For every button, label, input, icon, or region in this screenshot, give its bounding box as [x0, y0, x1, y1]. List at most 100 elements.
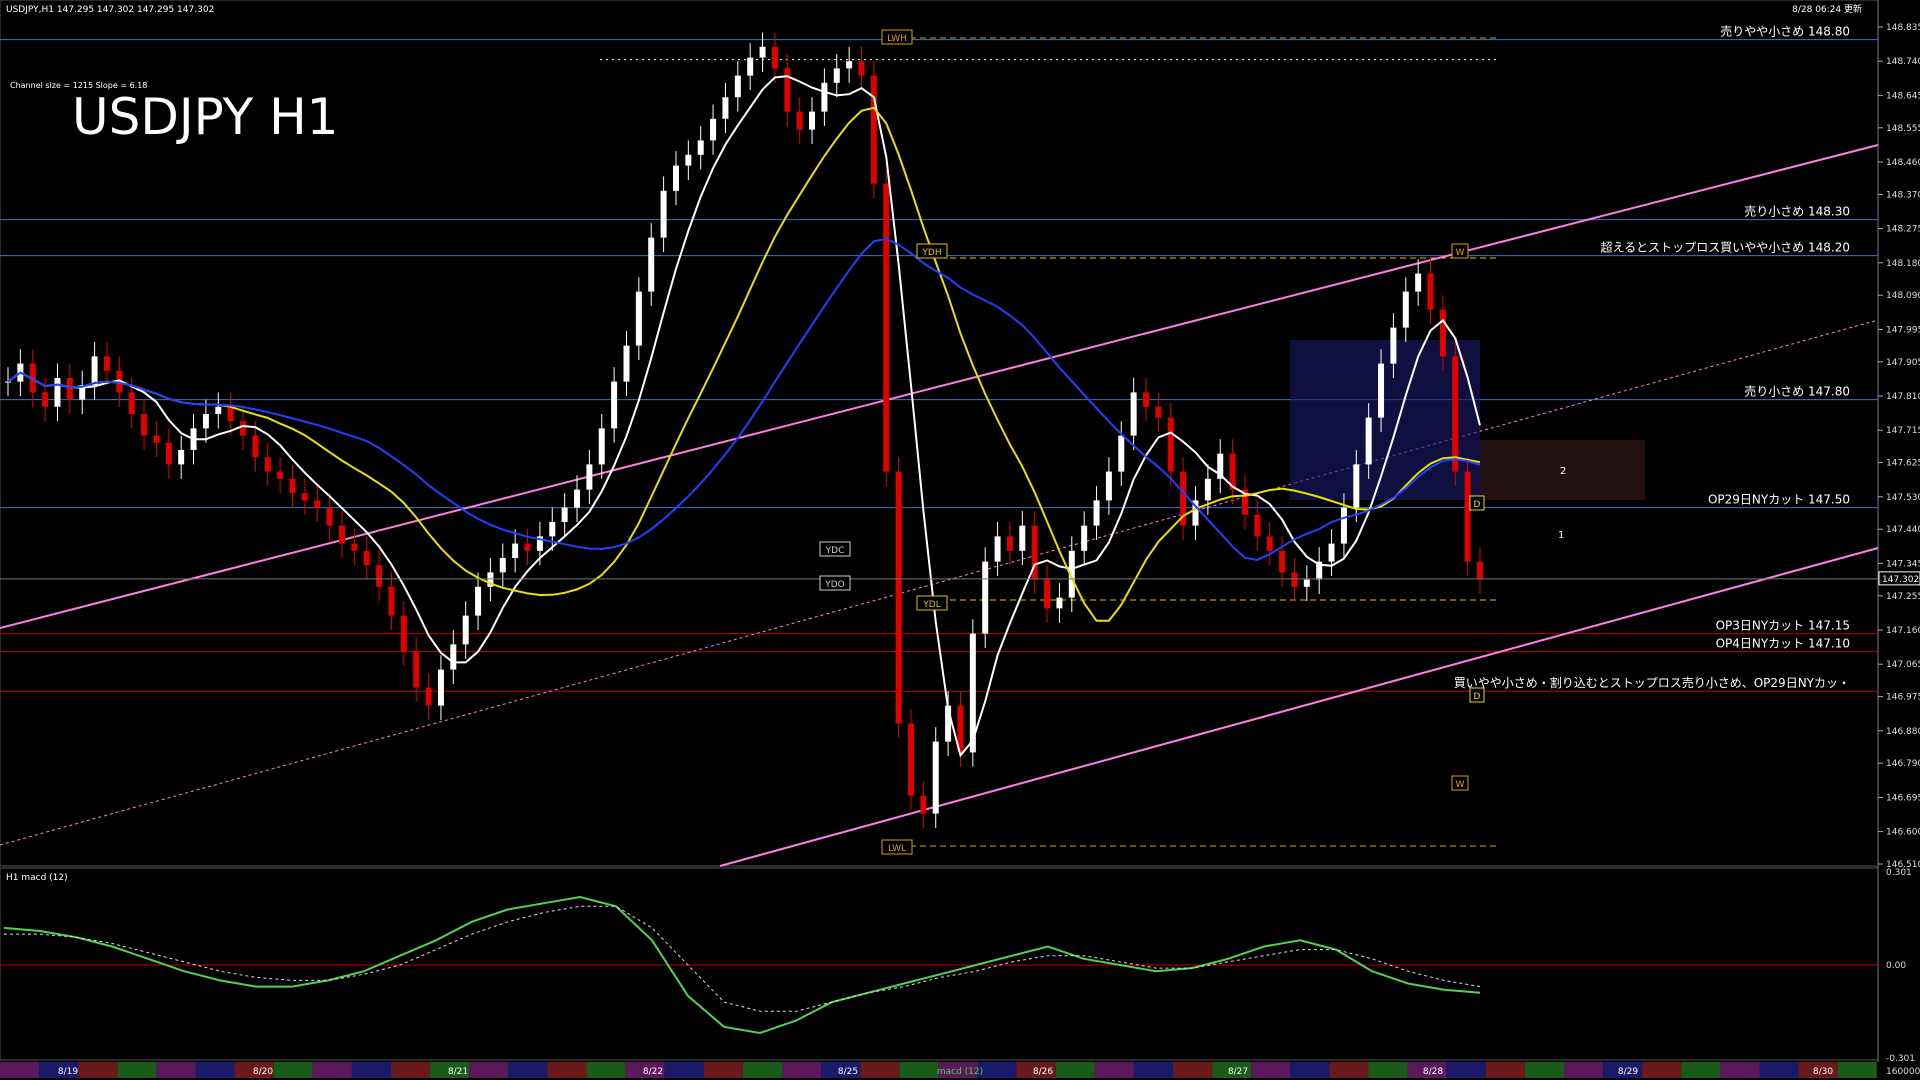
date-band [117, 1062, 157, 1078]
date-tick-label: 8/21 [448, 1067, 468, 1077]
candle-body [895, 471, 902, 724]
candle-body [1006, 536, 1013, 551]
candle-body [338, 525, 345, 544]
date-tick-label: 8/28 [1423, 1067, 1443, 1077]
marker-lwh: LWH [881, 29, 913, 45]
candle-body [128, 392, 135, 414]
axis-corner-label: 160000 [1886, 1067, 1920, 1077]
projection-label-1: 1 [1558, 530, 1564, 541]
level-label: OP4日NYカット 147.10 [1716, 637, 1850, 651]
candle-body [1365, 417, 1372, 465]
big-title: USDJPY H1 [72, 88, 338, 146]
candle-body [883, 183, 890, 472]
date-band [273, 1062, 313, 1078]
candle-body [475, 586, 482, 616]
candle-body [660, 190, 667, 238]
candle-body [1378, 363, 1385, 418]
candle-body [413, 651, 420, 688]
candle-body [301, 493, 308, 501]
marker-ydh: YDH [916, 243, 948, 259]
price-tick-label: 146.790 [1886, 759, 1920, 769]
candle-body [994, 536, 1001, 562]
candle-body [1477, 561, 1483, 580]
date-band [664, 1062, 704, 1078]
svg-text:D: D [1474, 692, 1481, 702]
marker-d-mid: D [1469, 495, 1485, 511]
candle-body [598, 428, 605, 465]
candle-body [240, 421, 247, 436]
candle-body [512, 543, 519, 558]
svg-text:W: W [1456, 780, 1465, 790]
candle-body [91, 356, 98, 386]
candle-body [178, 450, 185, 465]
date-band [1759, 1062, 1799, 1078]
date-band [1173, 1062, 1213, 1078]
marker-w-bottom: W [1451, 775, 1469, 791]
candle-body [586, 464, 593, 490]
date-band [703, 1062, 743, 1078]
candle-body [697, 140, 704, 155]
candle-body [1328, 543, 1335, 562]
candle-body [1353, 464, 1360, 508]
candle-body [462, 615, 469, 645]
candle-body [623, 345, 630, 382]
date-band [742, 1062, 782, 1078]
price-tick-label: 148.555 [1886, 124, 1920, 134]
marker-ydc: YDC [819, 541, 851, 557]
price-tick-label: 146.695 [1886, 793, 1920, 803]
candle-body [1452, 356, 1459, 472]
chart-window[interactable]: 148.835 148.740 148.645 148.555 148.460 148.3… [0, 0, 1920, 1080]
macd-panel [0, 867, 1879, 1061]
candle-body [574, 489, 581, 508]
price-tick-label: 148.370 [1886, 190, 1920, 200]
candle-body [54, 378, 61, 407]
macd-tick-label: 0.00 [1886, 961, 1906, 971]
macd-title: H1 macd (12) [6, 873, 68, 883]
price-tick-label: 148.835 [1886, 23, 1920, 33]
candle-body [920, 795, 927, 814]
macd-tab[interactable]: macd (12) [937, 1067, 983, 1077]
date-band [1485, 1062, 1525, 1078]
candle-body [1204, 478, 1211, 501]
level-label: 売り小さめ 148.30 [1744, 204, 1850, 219]
price-tick-label: 147.625 [1886, 459, 1920, 469]
price-tick-label: 148.460 [1886, 158, 1920, 168]
candle-body [1081, 525, 1088, 551]
candle-body [561, 507, 568, 522]
date-band [899, 1062, 939, 1078]
level-label: 買いやや小さめ・割り込むとストップロス売り小さめ、OP29日NYカッ・ [1454, 675, 1850, 690]
price-tick-label: 148.275 [1886, 225, 1920, 235]
projection-label-2: 2 [1560, 466, 1566, 477]
candle-body [326, 507, 333, 526]
date-band [508, 1062, 548, 1078]
date-band [1642, 1062, 1682, 1078]
date-band [1720, 1062, 1760, 1078]
candle-body [252, 435, 259, 458]
svg-text:YDL: YDL [922, 600, 940, 610]
candle-body [747, 57, 754, 76]
candle-body [821, 82, 828, 112]
svg-text:YDO: YDO [824, 580, 845, 590]
updated-time: 8/28 06:24 更新 [1792, 3, 1862, 15]
ichimoku-cloud [1290, 340, 1480, 500]
candle-body [1415, 273, 1422, 292]
date-band [782, 1062, 822, 1078]
date-band [351, 1062, 391, 1078]
candle-body [400, 615, 407, 652]
date-band [156, 1062, 196, 1078]
date-band [1524, 1062, 1564, 1078]
candle-body [722, 97, 729, 119]
macd-tick-label: 0.301 [1886, 868, 1912, 878]
date-band [312, 1062, 352, 1078]
date-tick-label: 8/20 [253, 1067, 273, 1077]
candle-body [1291, 572, 1298, 587]
level-label: 売りやや小さめ 148.80 [1720, 24, 1850, 39]
date-tick-label: 8/25 [838, 1067, 858, 1077]
candle-body [809, 111, 816, 130]
date-tick-label: 8/26 [1033, 1067, 1053, 1077]
marker-w-top: W [1451, 243, 1469, 259]
candle-body [215, 406, 222, 414]
candle-body [734, 75, 741, 98]
candle-body [796, 111, 803, 130]
svg-text:D: D [1474, 500, 1481, 510]
